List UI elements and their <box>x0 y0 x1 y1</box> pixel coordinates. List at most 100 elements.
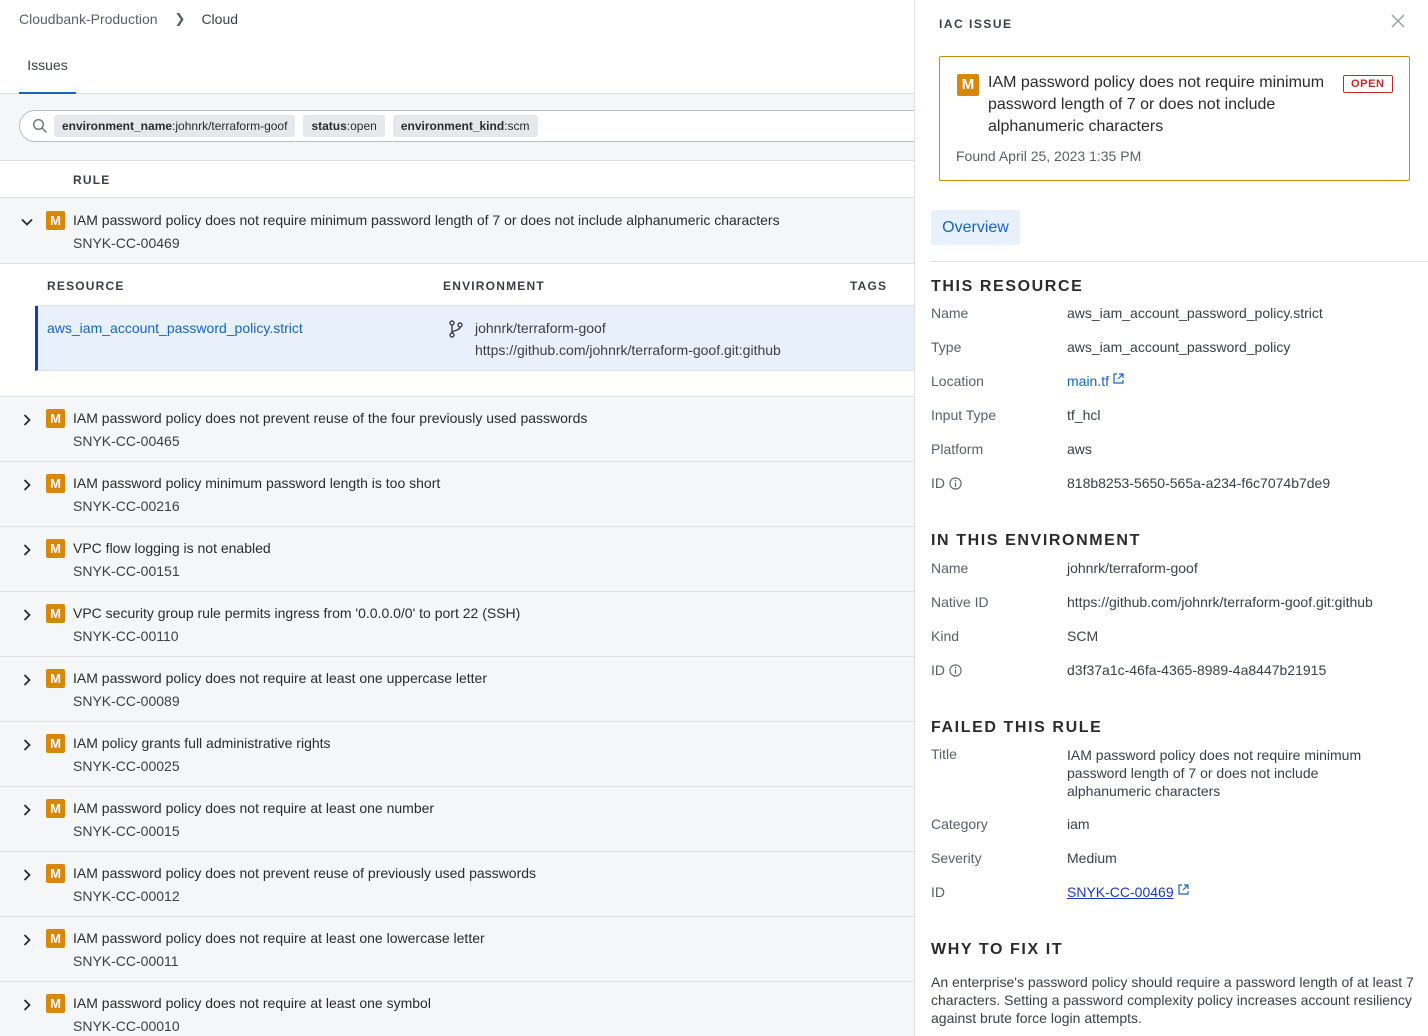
label-env-id-text: ID <box>931 662 945 678</box>
severity-medium-badge: M <box>46 929 65 948</box>
rule-row-expanded[interactable]: M IAM password policy does not require m… <box>0 199 914 264</box>
severity-medium-badge: M <box>46 604 65 623</box>
issue-summary-card: M IAM password policy does not require m… <box>939 56 1410 181</box>
chevron-right-icon[interactable] <box>20 868 34 882</box>
chevron-right-icon[interactable] <box>20 803 34 817</box>
rule-row[interactable]: M IAM password policy does not require a… <box>0 657 914 722</box>
rule-title: IAM password policy does not prevent reu… <box>73 865 537 881</box>
info-icon[interactable] <box>949 476 962 490</box>
rule-id: SNYK-CC-00469 <box>73 235 180 251</box>
chevron-right-icon[interactable] <box>20 738 34 752</box>
found-date: Found April 25, 2023 1:35 PM <box>956 148 1142 164</box>
resources-header: RESOURCE ENVIRONMENT TAGS <box>35 264 914 306</box>
label-rule-title: Title <box>931 746 957 762</box>
chevron-right-icon: ❯ <box>174 11 186 26</box>
rule-row[interactable]: M VPC flow logging is not enabled SNYK-C… <box>0 527 914 592</box>
label-input-type: Input Type <box>931 407 997 423</box>
filter-chip-key: environment_name <box>62 119 173 133</box>
column-header-resource[interactable]: RESOURCE <box>47 279 125 293</box>
filter-chip-status[interactable]: status:open <box>303 115 385 137</box>
rule-row[interactable]: M IAM password policy minimum password l… <box>0 462 914 527</box>
rule-id-link[interactable]: SNYK-CC-00469 <box>1067 884 1189 900</box>
filter-chip-environment-kind[interactable]: environment_kind:scm <box>392 115 538 137</box>
rule-title: IAM password policy does not require at … <box>73 995 431 1011</box>
value-env-id: d3f37a1c-46fa-4365-8989-4a8447b21915 <box>1067 662 1327 678</box>
label-severity: Severity <box>931 850 982 866</box>
rule-resources-table: RESOURCE ENVIRONMENT TAGS aws_iam_accoun… <box>0 264 914 397</box>
resource-link[interactable]: aws_iam_account_password_policy.strict <box>47 320 303 336</box>
environment-url: https://github.com/johnrk/terraform-goof… <box>475 342 781 358</box>
filter-chip-value: :johnrk/terraform-goof <box>172 119 288 133</box>
value-resource-name: aws_iam_account_password_policy.strict <box>1067 305 1323 321</box>
external-link-icon <box>1113 373 1124 384</box>
chevron-down-icon[interactable] <box>20 215 34 229</box>
filter-chip-value: :scm <box>504 119 530 133</box>
value-rule-title: IAM password policy does not require min… <box>1067 747 1362 799</box>
rule-row[interactable]: M IAM password policy does not require a… <box>0 787 914 852</box>
filter-area: environment_name:johnrk/terraform-goof s… <box>0 94 914 160</box>
issue-headline: IAM password policy does not require min… <box>988 74 1325 135</box>
section-failed-rule: FAILED THIS RULE <box>931 719 1103 736</box>
rule-title: IAM password policy minimum password len… <box>73 475 441 491</box>
close-icon[interactable] <box>1390 13 1406 29</box>
tab-overview[interactable]: Overview <box>931 210 1020 245</box>
rule-title: IAM password policy does not require at … <box>73 800 435 816</box>
value-platform: aws <box>1067 441 1092 457</box>
chevron-right-icon[interactable] <box>20 673 34 687</box>
location-link[interactable]: main.tf <box>1067 373 1124 389</box>
rule-id: SNYK-CC-00089 <box>73 693 180 709</box>
chevron-right-icon[interactable] <box>20 413 34 427</box>
rule-row[interactable]: M IAM policy grants full administrative … <box>0 722 914 787</box>
severity-medium-badge: M <box>957 74 979 96</box>
label-native-id: Native ID <box>931 594 989 610</box>
chevron-right-icon[interactable] <box>20 998 34 1012</box>
severity-medium-badge: M <box>46 669 65 688</box>
severity-medium-badge: M <box>46 474 65 493</box>
label-category: Category <box>931 816 988 832</box>
label-env-id: ID <box>931 662 962 678</box>
table-header: RULE <box>0 160 914 198</box>
chevron-right-icon[interactable] <box>20 933 34 947</box>
chevron-right-icon[interactable] <box>20 478 34 492</box>
value-input-type: tf_hcl <box>1067 407 1101 423</box>
label-rule-id: ID <box>931 884 945 900</box>
chevron-right-icon[interactable] <box>20 608 34 622</box>
rule-id: SNYK-CC-00025 <box>73 758 180 774</box>
section-why-fix: WHY TO FIX IT <box>931 941 1064 958</box>
rule-row[interactable]: M IAM password policy does not require a… <box>0 917 914 982</box>
value-resource-type: aws_iam_account_password_policy <box>1067 339 1291 355</box>
filter-chip-value: :open <box>346 119 377 133</box>
filter-chip-environment-name[interactable]: environment_name:johnrk/terraform-goof <box>54 115 296 137</box>
column-header-tags[interactable]: TAGS <box>850 279 887 293</box>
column-header-rule[interactable]: RULE <box>73 173 110 187</box>
rule-title: IAM policy grants full administrative ri… <box>73 735 331 751</box>
why-fix-text: An enterprise's password policy should r… <box>931 974 1414 1026</box>
rule-row[interactable]: M VPC security group rule permits ingres… <box>0 592 914 657</box>
rule-row[interactable]: M IAM password policy does not prevent r… <box>0 852 914 917</box>
filter-chip-key: status <box>311 119 347 133</box>
chevron-right-icon[interactable] <box>20 543 34 557</box>
filter-search-input[interactable]: environment_name:johnrk/terraform-goof s… <box>19 110 914 142</box>
resource-row-selected[interactable]: aws_iam_account_password_policy.strict j… <box>35 306 914 371</box>
rule-row[interactable]: M IAM password policy does not require a… <box>0 982 914 1036</box>
git-branch-icon <box>449 320 463 338</box>
severity-medium-badge: M <box>46 864 65 883</box>
rule-title: IAM password policy does not require at … <box>73 930 485 946</box>
severity-medium-badge: M <box>46 409 65 428</box>
section-this-resource: THIS RESOURCE <box>931 278 1084 295</box>
tab-issues[interactable]: Issues <box>19 56 76 95</box>
rule-title: VPC flow logging is not enabled <box>73 540 271 556</box>
issue-detail-panel: IAC ISSUE M IAM password policy does not… <box>914 0 1428 1036</box>
breadcrumb-org[interactable]: Cloudbank-Production <box>19 11 158 27</box>
location-link-text[interactable]: main.tf <box>1067 373 1109 389</box>
value-category: iam <box>1067 816 1090 832</box>
info-icon[interactable] <box>949 663 962 677</box>
column-header-environment[interactable]: ENVIRONMENT <box>443 279 545 293</box>
rule-title: IAM password policy does not require min… <box>73 212 780 228</box>
section-environment: IN THIS ENVIRONMENT <box>931 532 1141 549</box>
rule-id: SNYK-CC-00011 <box>73 953 179 969</box>
rule-row[interactable]: M IAM password policy does not prevent r… <box>0 397 914 462</box>
rule-id-link-text[interactable]: SNYK-CC-00469 <box>1067 884 1174 900</box>
rule-id: SNYK-CC-00465 <box>73 433 180 449</box>
panel-title: IAC ISSUE <box>939 17 1013 31</box>
